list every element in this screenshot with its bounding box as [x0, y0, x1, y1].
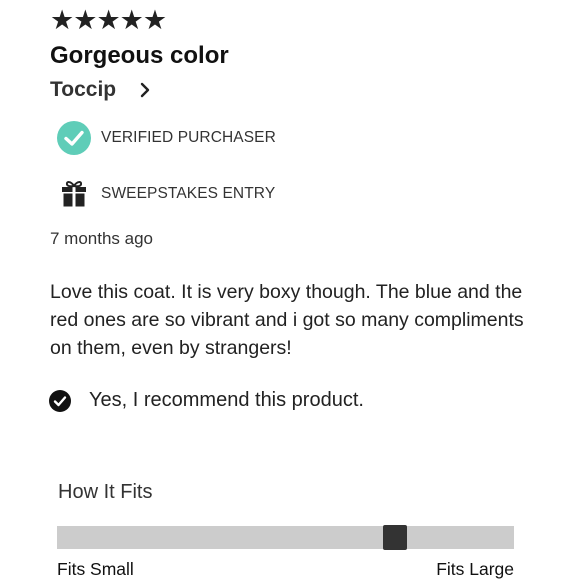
review-title: Gorgeous color	[50, 42, 229, 69]
gift-icon	[62, 181, 86, 207]
star-icon: ★	[119, 5, 144, 35]
star-icon: ★	[50, 5, 74, 35]
star-rating: ★ ★ ★ ★ ★	[50, 5, 167, 35]
review-body: Love this coat. It is very boxy though. …	[50, 281, 524, 359]
fit-min-label: Fits Small	[57, 559, 134, 579]
chevron-right-icon	[140, 82, 150, 98]
fit-scale-marker	[383, 525, 408, 550]
fit-scale-track	[57, 525, 514, 550]
star-icon: ★	[142, 5, 167, 35]
verified-purchaser-badge: VERIFIED PURCHASER	[57, 121, 276, 155]
author-name: Toccip	[50, 78, 117, 101]
sweepstakes-entry-badge: SWEEPSTAKES ENTRY	[57, 177, 275, 211]
star-icon: ★	[73, 5, 97, 35]
recommend-text: Yes, I recommend this product.	[89, 389, 364, 411]
fit-max-label: Fits Large	[436, 559, 514, 579]
fit-title: How It Fits	[58, 481, 153, 503]
check-circle-icon	[57, 121, 91, 155]
sweepstakes-entry-label: SWEEPSTAKES ENTRY	[101, 185, 276, 202]
star-icon: ★	[96, 5, 120, 35]
check-circle-filled-icon	[49, 389, 71, 412]
author-link[interactable]: Toccip	[50, 76, 156, 104]
verified-purchaser-label: VERIFIED PURCHASER	[101, 129, 276, 146]
recommend-statement: Yes, I recommend this product.	[49, 389, 364, 412]
review-timestamp: 7 months ago	[50, 229, 154, 248]
